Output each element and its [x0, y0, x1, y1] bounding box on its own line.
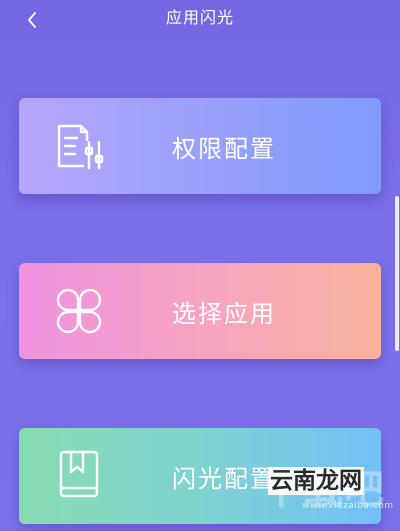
select-app-card[interactable]: 选择应用 [19, 263, 381, 359]
flash-config-card[interactable]: 闪光配置 [19, 428, 381, 524]
document-settings-icon [57, 124, 104, 170]
book-bookmark-icon [59, 450, 99, 498]
permission-config-card[interactable]: 权限配置 [19, 98, 381, 194]
card-label: 闪光配置 [172, 464, 276, 493]
card-label: 权限配置 [172, 134, 276, 163]
header-bar: 应用闪光 [0, 0, 400, 40]
scroll-indicator[interactable] [395, 196, 399, 351]
page-title: 应用闪光 [165, 8, 234, 27]
card-label: 选择应用 [172, 299, 276, 328]
four-leaf-icon [56, 288, 102, 334]
